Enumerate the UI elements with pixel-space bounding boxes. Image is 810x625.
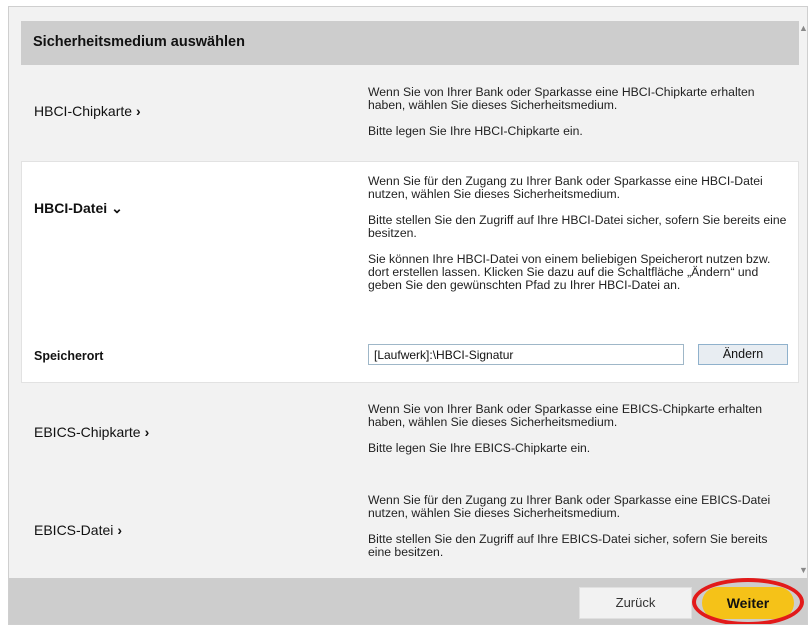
- change-location-button[interactable]: Ändern: [698, 344, 788, 365]
- chevron-down-icon: ⌄: [111, 200, 123, 216]
- item-label-ebics-datei[interactable]: EBICS-Datei ›: [34, 522, 122, 538]
- location-label: Speicherort: [34, 349, 104, 363]
- chevron-right-icon: ›: [117, 522, 123, 538]
- security-medium-list: HBCI-Chipkarte › Wenn Sie von Ihrer Bank …: [21, 65, 799, 585]
- scroll-down-icon[interactable]: ▼: [799, 565, 807, 575]
- list-item-ebics-datei[interactable]: EBICS-Datei › Wenn Sie für den Zugang zu …: [21, 479, 799, 579]
- next-button[interactable]: Weiter: [702, 587, 794, 619]
- item-label-ebics-chipkarte[interactable]: EBICS-Chipkarte ›: [34, 424, 149, 440]
- dialog-footer: Zurück Weiter: [9, 578, 807, 624]
- list-item-hbci-chipkarte[interactable]: HBCI-Chipkarte › Wenn Sie von Ihrer Bank …: [21, 65, 799, 155]
- list-item-ebics-chipkarte[interactable]: EBICS-Chipkarte › Wenn Sie von Ihrer Bank…: [21, 389, 799, 473]
- item-description: Wenn Sie für den Zugang zu Ihrer Bank od…: [368, 174, 787, 292]
- dialog-frame: Sicherheitsmedium auswählen HBCI-Chipkar…: [8, 6, 808, 625]
- page-title: Sicherheitsmedium auswählen: [33, 34, 245, 50]
- chevron-right-icon: ›: [136, 103, 141, 119]
- item-description: Wenn Sie von Ihrer Bank oder Sparkasse e…: [368, 85, 755, 138]
- item-description: Wenn Sie von Ihrer Bank oder Sparkasse e…: [368, 402, 763, 455]
- scroll-up-icon[interactable]: ▲: [799, 23, 807, 33]
- back-button[interactable]: Zurück: [579, 587, 692, 619]
- item-label-hbci-datei[interactable]: HBCI-Datei ⌄: [34, 200, 123, 217]
- dialog-header: Sicherheitsmedium auswählen: [21, 21, 799, 65]
- scrollbar[interactable]: ▲ ▼: [799, 21, 807, 577]
- location-input[interactable]: [368, 344, 684, 365]
- chevron-right-icon: ›: [144, 424, 150, 440]
- item-description: Wenn Sie für den Zugang zu Ihrer Bank od…: [368, 493, 771, 559]
- item-label-hbci-chipkarte[interactable]: HBCI-Chipkarte ›: [34, 103, 141, 119]
- list-item-hbci-datei[interactable]: HBCI-Datei ⌄ Wenn Sie für den Zugang zu I…: [21, 161, 799, 383]
